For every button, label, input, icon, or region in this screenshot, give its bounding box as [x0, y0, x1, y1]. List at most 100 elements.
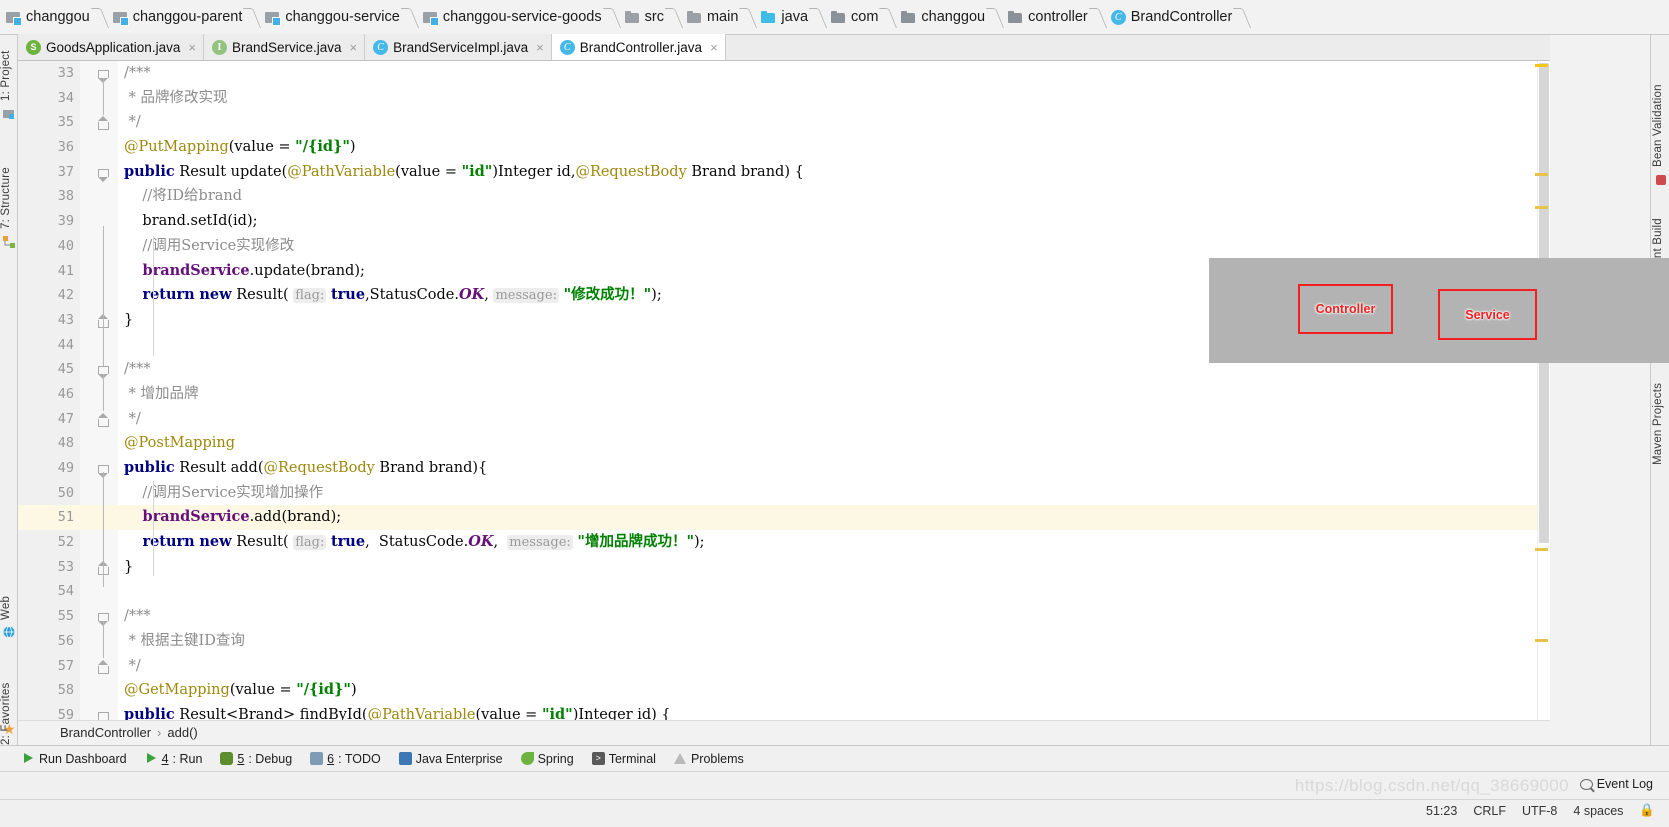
- code-line[interactable]: 37 public Result update(@PathVariable(val…: [18, 160, 1550, 185]
- line-number[interactable]: 58: [18, 678, 74, 703]
- code-line[interactable]: 51 brandService.add(brand);: [18, 505, 1550, 531]
- tool-window-button-todo[interactable]: 6: TODO: [310, 752, 381, 766]
- breadcrumb-item-brandcontroller[interactable]: C BrandController: [1105, 0, 1237, 35]
- tool-window-button-terminal[interactable]: > Terminal: [591, 752, 656, 766]
- line-number[interactable]: 50: [18, 481, 74, 506]
- line-number[interactable]: 43: [18, 308, 74, 333]
- fold-marker-icon[interactable]: [98, 711, 109, 720]
- editor-tab-brandservice[interactable]: I BrandService.java ×: [203, 34, 366, 60]
- code-line[interactable]: 36 @PutMapping(value = "/{id}"): [18, 135, 1550, 160]
- code-line[interactable]: 34 * 品牌修改实现: [18, 86, 1550, 111]
- breadcrumb-item-changgou[interactable]: changgou: [0, 0, 94, 35]
- code-line[interactable]: 59 public Result<Brand> findById(@PathVar…: [18, 703, 1550, 720]
- tool-window-button-problems[interactable]: Problems: [673, 752, 744, 766]
- fold-marker-icon[interactable]: [98, 70, 109, 83]
- code-editor[interactable]: 33/*** 34 * 品牌修改实现 35 */36 @PutMapping(valu…: [18, 61, 1550, 720]
- code-line[interactable]: 54: [18, 579, 1550, 604]
- line-number[interactable]: 49: [18, 456, 74, 481]
- breadcrumb-member[interactable]: add(): [167, 725, 197, 740]
- fold-marker-icon[interactable]: [98, 412, 109, 427]
- breadcrumb-item-changgou-parent[interactable]: changgou-parent: [107, 0, 247, 35]
- breadcrumb-item-main[interactable]: main: [681, 0, 742, 35]
- code-line[interactable]: 38 //将ID给brand: [18, 184, 1550, 209]
- breadcrumb-item-changgou-service-goods[interactable]: changgou-service-goods: [417, 0, 606, 35]
- sidebar-item-structure[interactable]: 7: Structure: [0, 145, 18, 229]
- editor-vertical-scrollbar[interactable]: [1537, 61, 1550, 720]
- sidebar-item-ant-build[interactable]: Ant Build: [1652, 200, 1669, 266]
- line-number[interactable]: 59: [18, 703, 74, 720]
- breadcrumb-item-java[interactable]: java: [755, 0, 812, 35]
- event-log-button[interactable]: Event Log: [1579, 777, 1653, 791]
- sidebar-item-project[interactable]: 1: Project: [0, 37, 18, 101]
- line-number[interactable]: 46: [18, 382, 74, 407]
- line-number[interactable]: 45: [18, 357, 74, 382]
- tool-window-button-javaenterprise[interactable]: Java Enterprise: [398, 752, 503, 766]
- line-number[interactable]: 38: [18, 184, 74, 209]
- editor-tab-goodsapplication[interactable]: S GoodsApplication.java ×: [18, 34, 204, 60]
- code-line[interactable]: 40 //调用Service实现修改: [18, 234, 1550, 259]
- breadcrumb-item-com[interactable]: com: [825, 0, 882, 35]
- editor-tab-brandcontroller[interactable]: C BrandController.java ×: [551, 34, 726, 60]
- code-line[interactable]: 39 brand.setId(id);: [18, 209, 1550, 234]
- tool-window-button-spring[interactable]: Spring: [520, 752, 574, 766]
- line-number[interactable]: 56: [18, 629, 74, 654]
- code-line[interactable]: 55 /***: [18, 604, 1550, 629]
- sidebar-item-bean-validation[interactable]: Bean Validation: [1652, 57, 1669, 167]
- line-number[interactable]: 41: [18, 259, 74, 284]
- code-line[interactable]: 47 */: [18, 407, 1550, 432]
- tool-window-button-rundashboard[interactable]: Run Dashboard: [22, 752, 127, 766]
- line-number[interactable]: 52: [18, 530, 74, 555]
- line-number[interactable]: 44: [18, 333, 74, 358]
- code-line[interactable]: 57 */: [18, 654, 1550, 679]
- line-number[interactable]: 53: [18, 555, 74, 580]
- breadcrumb-item-controller[interactable]: controller: [1002, 0, 1092, 35]
- fold-marker-icon[interactable]: [98, 613, 109, 627]
- caret-position[interactable]: 51:23: [1426, 804, 1457, 818]
- fold-marker-icon[interactable]: [98, 116, 109, 131]
- breadcrumb-item-changgou-service[interactable]: changgou-service: [259, 0, 403, 35]
- code-line[interactable]: 49 public Result add(@RequestBody Brand b…: [18, 456, 1550, 481]
- code-line[interactable]: 50 //调用Service实现增加操作: [18, 481, 1550, 506]
- close-icon[interactable]: ×: [536, 40, 544, 55]
- line-number[interactable]: 55: [18, 604, 74, 629]
- close-icon[interactable]: ×: [350, 40, 358, 55]
- code-line[interactable]: 33 /***: [18, 61, 1550, 86]
- sidebar-item-web[interactable]: Web: [0, 580, 18, 620]
- indent-setting[interactable]: 4 spaces: [1573, 804, 1623, 818]
- code-line[interactable]: 35 */: [18, 110, 1550, 135]
- line-number[interactable]: 47: [18, 407, 74, 432]
- line-number[interactable]: 48: [18, 431, 74, 456]
- line-separator[interactable]: CRLF: [1473, 804, 1506, 818]
- code-line[interactable]: 48 @PostMapping: [18, 431, 1550, 456]
- close-icon[interactable]: ×: [188, 40, 196, 55]
- breadcrumb-item-src[interactable]: src: [619, 0, 668, 35]
- line-number[interactable]: 54: [18, 579, 74, 604]
- code-line[interactable]: 52 return new Result( flag: true, Status…: [18, 530, 1550, 555]
- code-lines[interactable]: 33/*** 34 * 品牌修改实现 35 */36 @PutMapping(valu…: [18, 61, 1550, 720]
- fold-marker-icon[interactable]: [98, 659, 109, 674]
- line-number[interactable]: 40: [18, 234, 74, 259]
- line-number[interactable]: 51: [18, 505, 74, 530]
- editor-tab-brandserviceimpl[interactable]: C BrandServiceImpl.java ×: [365, 34, 552, 60]
- line-number[interactable]: 33: [18, 61, 74, 86]
- line-number[interactable]: 39: [18, 209, 74, 234]
- code-line[interactable]: 56 * 根据主键ID查询: [18, 629, 1550, 654]
- line-number[interactable]: 34: [18, 86, 74, 111]
- code-line[interactable]: 46 * 增加品牌: [18, 382, 1550, 407]
- code-line[interactable]: 53}: [18, 555, 1550, 580]
- line-number[interactable]: 35: [18, 110, 74, 135]
- line-number[interactable]: 57: [18, 654, 74, 679]
- breadcrumb-item-changgou[interactable]: changgou: [895, 0, 989, 35]
- line-number[interactable]: 36: [18, 135, 74, 160]
- tool-window-button-debug[interactable]: 5: Debug: [220, 752, 292, 766]
- fold-marker-icon[interactable]: [98, 168, 109, 182]
- sidebar-item-maven-projects[interactable]: Maven Projects: [1652, 365, 1669, 465]
- line-number[interactable]: 37: [18, 160, 74, 185]
- encoding[interactable]: UTF-8: [1522, 804, 1557, 818]
- close-icon[interactable]: ×: [710, 40, 718, 55]
- line-number[interactable]: 42: [18, 283, 74, 308]
- lock-icon[interactable]: 🔒: [1639, 803, 1655, 818]
- breadcrumb-class[interactable]: BrandController: [60, 725, 151, 740]
- code-line[interactable]: 58 @GetMapping(value = "/{id}"): [18, 678, 1550, 703]
- tool-window-button-run[interactable]: 4: Run: [145, 752, 202, 766]
